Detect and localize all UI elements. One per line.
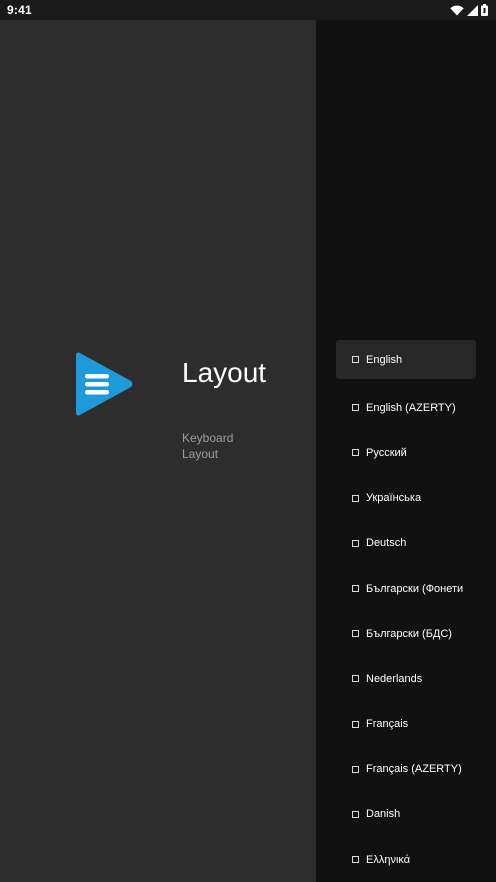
checkbox[interactable]	[352, 720, 359, 728]
item-label: English (AZERTY)	[366, 401, 456, 414]
checkbox[interactable]	[352, 630, 359, 638]
list-item[interactable]: English	[336, 340, 476, 379]
checkbox[interactable]	[352, 810, 359, 818]
battery-icon	[481, 4, 488, 16]
item-label: Български (БДС)	[366, 627, 452, 640]
list-item[interactable]: Українська	[336, 476, 476, 521]
layout-list-pane: English English (AZERTY) Русский Українс…	[316, 20, 496, 882]
checkbox[interactable]	[352, 539, 359, 547]
list-item[interactable]: Français (AZERTY)	[336, 747, 476, 792]
checkbox[interactable]	[352, 856, 359, 864]
app-title: Layout	[182, 357, 267, 388]
item-label: Български (Фонетична)	[366, 582, 463, 595]
app-subtitle: Keyboard Layout	[182, 431, 234, 461]
status-bar: 9:41	[0, 0, 496, 20]
item-label: English	[366, 353, 403, 366]
item-label: Français	[366, 718, 409, 731]
list-item[interactable]: Danish	[336, 792, 476, 837]
checkbox[interactable]	[352, 449, 359, 457]
checkbox[interactable]	[352, 404, 359, 412]
layout-list: English English (AZERTY) Русский Українс…	[336, 340, 476, 882]
item-label: Русский	[366, 446, 407, 459]
wifi-icon	[450, 5, 464, 15]
list-item[interactable]: Français	[336, 702, 476, 747]
list-item[interactable]: Русский	[336, 430, 476, 475]
checkbox[interactable]	[352, 356, 359, 363]
status-time: 9:41	[7, 3, 32, 17]
app-info-pane: Layout Keyboard Layout	[0, 20, 316, 882]
status-icons	[450, 3, 488, 17]
item-label: Danish	[366, 808, 401, 821]
list-item[interactable]: Deutsch	[336, 521, 476, 566]
checkbox[interactable]	[352, 494, 359, 502]
app-logo-icon	[76, 352, 133, 416]
checkbox[interactable]	[352, 585, 359, 593]
list-item[interactable]: Ελληνικά	[336, 837, 476, 882]
checkbox[interactable]	[352, 765, 359, 773]
item-label: Ελληνικά	[366, 853, 411, 866]
item-label: Українська	[366, 492, 422, 505]
item-label: Nederlands	[366, 672, 423, 685]
list-item[interactable]: Nederlands	[336, 656, 476, 701]
list-item[interactable]: Български (Фонетична)	[336, 566, 476, 611]
signal-icon	[467, 4, 478, 16]
list-item[interactable]: English (AZERTY)	[336, 385, 476, 430]
item-label: Deutsch	[366, 537, 407, 550]
checkbox[interactable]	[352, 675, 359, 683]
item-label: Français (AZERTY)	[366, 763, 462, 776]
list-item[interactable]: Български (БДС)	[336, 611, 476, 656]
